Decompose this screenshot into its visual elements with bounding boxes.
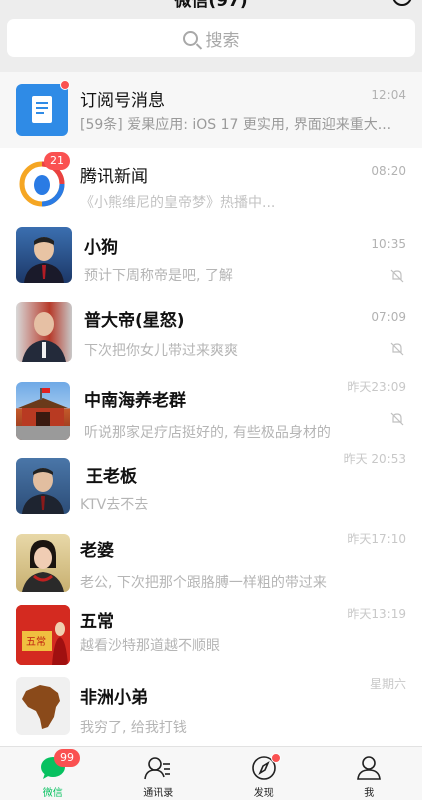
chat-name: 普大帝(星怒) [84,311,185,331]
chat-time: 昨天17:10 [347,532,406,546]
chat-time: 星期六 [369,677,406,691]
tab-me[interactable]: 我 [317,747,422,800]
chat-row-subscriptions[interactable]: 订阅号消息 12:04 [59条] 爱果应用: iOS 17 更实用, 界面迎来… [0,72,422,148]
chat-row-wife[interactable]: 老婆 昨天17:10 老公, 下次把那个跟胳膊一样粗的带过来 [0,530,422,605]
tab-chats[interactable]: 99 微信 [0,747,106,800]
search-icon [182,30,198,46]
tab-label: 我 [364,788,375,799]
chat-row-xiaogou[interactable]: 小狗 10:35 预计下周称帝是吧, 了解 [0,223,422,298]
svg-text:五常: 五常 [26,635,46,648]
chat-time: 昨天13:19 [347,607,406,621]
tab-discover[interactable]: 发现 [211,747,317,800]
new-dot [271,753,281,763]
top-bar: 微信(97) [0,0,422,11]
chat-preview: [59条] 爱果应用: iOS 17 更实用, 界面迎来重大... [80,117,392,133]
search-placeholder: 搜索 [205,30,240,51]
contacts-icon [144,755,172,781]
chat-time: 昨天23:09 [347,380,406,394]
chat-row-wang[interactable]: 王老板 昨天 20:53 KTV去不去 [0,452,422,530]
profile-icon [355,755,383,781]
chat-time: 昨天 20:53 [343,452,406,466]
chat-time: 07:09 [371,310,406,324]
avatar [16,458,70,514]
chat-preview: KTV去不去 [80,497,149,513]
chat-time: 12:04 [371,88,406,102]
chat-row-wuchang[interactable]: 五常 五常 昨天13:19 越看沙特那道越不顺眼 [0,605,422,675]
mute-icon [390,412,404,426]
chat-preview: 我穷了, 给我打钱 [80,720,187,736]
search-input[interactable]: 搜索 [7,19,415,57]
tab-label: 通讯录 [143,788,174,799]
chat-preview: 听说那家足疗店挺好的, 有些极品身材的 [84,425,331,441]
chat-preview: 老公, 下次把那个跟胳膊一样粗的带过来 [80,575,327,591]
chat-preview: 越看沙特那道越不顺眼 [80,638,220,654]
avatar [16,382,70,440]
tab-label: 发现 [253,788,274,799]
chat-name: 五常 [80,612,114,632]
chat-name: 小狗 [84,238,118,258]
chat-name: 中南海养老群 [84,391,186,411]
chat-row-pudadi[interactable]: 普大帝(星怒) 07:09 下次把你女儿带过来爽爽 [0,298,422,378]
mute-icon [390,269,404,283]
avatar: 五常 [16,605,70,665]
avatar [16,302,72,362]
tab-contacts[interactable]: 通讯录 [106,747,212,800]
chat-time: 08:20 [371,164,406,178]
chat-list: 订阅号消息 12:04 [59条] 爱果应用: iOS 17 更实用, 界面迎来… [0,72,422,746]
chat-name: 王老板 [86,467,137,487]
avatar [16,227,72,283]
subscription-icon [16,84,68,136]
chat-name: 腾讯新闻 [80,167,148,187]
avatar [16,677,70,735]
chat-preview: 《小熊维尼的皇帝梦》热播中... [80,195,276,211]
unread-count-badge: 21 [44,152,70,170]
chat-name: 老婆 [80,541,114,561]
search-area: 搜索 [0,10,422,72]
chat-row-africa[interactable]: 非洲小弟 星期六 我穷了, 给我打钱 [0,675,422,746]
chat-preview: 预计下周称帝是吧, 了解 [84,268,233,284]
tab-bar: 99 微信 通讯录 发现 我 [0,746,422,800]
unread-dot [60,80,70,90]
tab-label: 微信 [42,788,63,799]
chat-time: 10:35 [371,237,406,251]
mute-icon [390,342,404,356]
unread-count-badge: 99 [54,749,80,767]
avatar [16,534,70,592]
chat-row-group[interactable]: 中南海养老群 昨天23:09 听说那家足疗店挺好的, 有些极品身材的 [0,378,422,456]
chat-row-tencent-news[interactable]: 21 腾讯新闻 08:20 《小熊维尼的皇帝梦》热播中... [0,148,422,223]
chat-preview: 下次把你女儿带过来爽爽 [84,343,238,359]
chat-name: 非洲小弟 [80,688,148,708]
chat-name: 订阅号消息 [80,91,165,111]
